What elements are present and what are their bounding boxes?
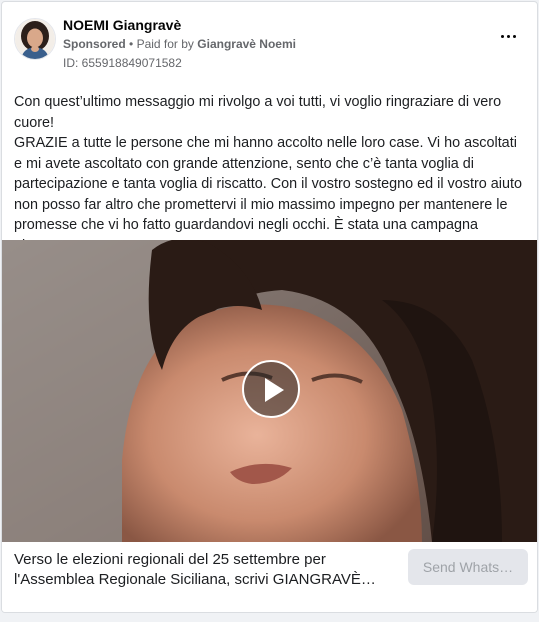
play-triangle [265, 378, 284, 402]
ad-id: ID: 655918849071582 [63, 56, 182, 70]
ad-body-text: Con quest’ultimo messaggio mi rivolgo a … [14, 94, 522, 254]
meta-separator: • [129, 37, 134, 51]
ad-meta: Sponsored • Paid for by Giangravè Noemi [63, 37, 296, 51]
payer-name: Giangravè Noemi [197, 37, 296, 51]
link-caption-line-2: l'Assemblea Regionale Siciliana, scrivi … [14, 570, 376, 588]
paid-for-text: Paid for by [136, 37, 194, 51]
link-footer[interactable]: Verso le elezioni regionali del 25 sette… [2, 542, 537, 612]
avatar-image [15, 19, 55, 59]
sponsored-label: Sponsored [63, 37, 126, 51]
page-name[interactable]: NOEMI Giangravè [63, 17, 181, 33]
link-caption[interactable]: Verso le elezioni regionali del 25 sette… [14, 550, 399, 589]
link-caption-line-1: Verso le elezioni regionali del 25 sette… [14, 551, 326, 568]
avatar[interactable] [14, 18, 56, 60]
send-whatsapp-button[interactable]: Send Whats… [408, 549, 528, 585]
ad-header: NOEMI Giangravè Sponsored • Paid for by … [2, 2, 537, 82]
ad-card: NOEMI Giangravè Sponsored • Paid for by … [1, 1, 538, 613]
play-icon[interactable] [242, 360, 300, 418]
more-options-icon[interactable] [499, 30, 519, 44]
